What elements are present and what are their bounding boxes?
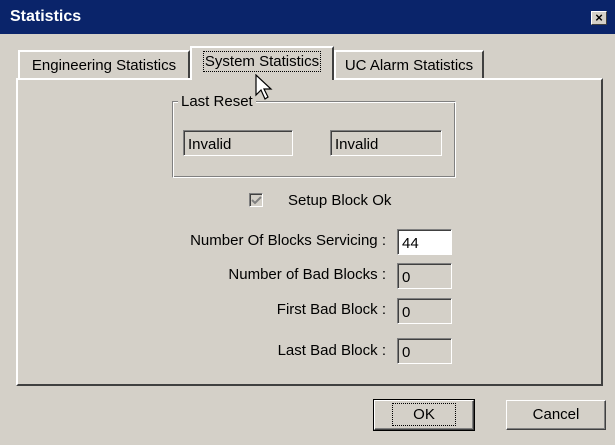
last-reset-label: Last Reset: [178, 93, 256, 110]
tab-uc-alarm-statistics[interactable]: UC Alarm Statistics: [334, 50, 484, 78]
cancel-button[interactable]: Cancel: [506, 400, 606, 430]
first-bad-block-field: 0: [397, 298, 452, 324]
setup-block-label: Setup Block Ok: [288, 192, 392, 209]
tab-label: Engineering Statistics: [31, 57, 177, 74]
tab-label: System Statistics: [202, 51, 322, 72]
bad-blocks-field: 0: [397, 263, 452, 289]
window-title: Statistics: [10, 8, 82, 25]
tab-engineering-statistics[interactable]: Engineering Statistics: [18, 50, 190, 78]
tab-label: UC Alarm Statistics: [344, 57, 474, 74]
cancel-button-label: Cancel: [532, 406, 580, 423]
bad-blocks-label: Number of Bad Blocks :: [228, 266, 386, 283]
ok-button[interactable]: OK: [373, 399, 475, 431]
first-bad-block-label: First Bad Block :: [276, 301, 386, 318]
blocks-servicing-label: Number Of Blocks Servicing :: [190, 232, 386, 249]
setup-block-checkbox[interactable]: [249, 193, 263, 207]
last-bad-block-label: Last Bad Block :: [277, 342, 386, 359]
close-button[interactable]: ×: [591, 11, 607, 25]
ok-button-label: OK: [392, 403, 456, 426]
last-reset-field-1: Invalid: [183, 130, 293, 156]
arrow-cursor-icon: [255, 74, 273, 100]
close-icon: ×: [595, 10, 603, 25]
last-reset-field-2: Invalid: [330, 130, 442, 156]
check-icon: [251, 196, 262, 205]
last-bad-block-field: 0: [397, 338, 452, 364]
title-bar: Statistics ×: [0, 0, 615, 34]
blocks-servicing-field[interactable]: 44: [397, 229, 452, 255]
